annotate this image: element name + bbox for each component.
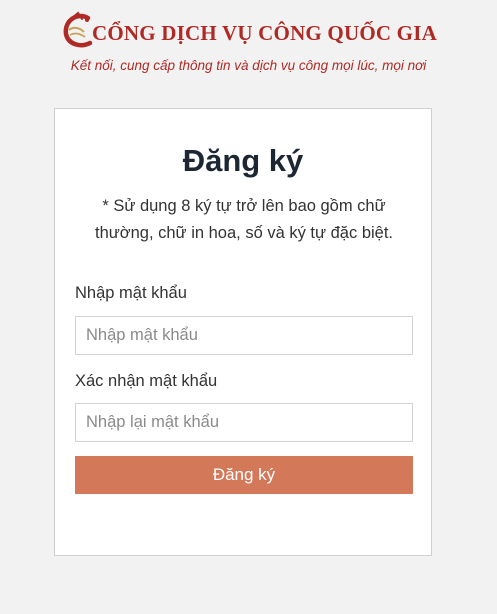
form-title: Đăng ký [182, 143, 304, 178]
password-label: Nhập mật khẩu [75, 284, 187, 302]
password-requirements-hint: * Sử dụng 8 ký tự trở lên bao gồm chữ th… [94, 197, 394, 242]
register-submit-button[interactable]: Đăng ký [75, 456, 413, 494]
password-input[interactable] [75, 316, 413, 355]
register-form-card: Đăng ký * Sử dụng 8 ký tự trở lên bao gồ… [54, 108, 432, 556]
portal-tagline: Kết nối, cung cấp thông tin và dịch vụ c… [70, 58, 427, 73]
confirm-password-input[interactable] [75, 403, 413, 442]
portal-logo-icon [63, 11, 93, 48]
portal-title: CỔNG DỊCH VỤ CÔNG QUỐC GIA [92, 21, 437, 45]
portal-header: CỔNG DỊCH VỤ CÔNG QUỐC GIA Kết nối, cung… [0, 4, 497, 73]
registration-page: CỔNG DỊCH VỤ CÔNG QUỐC GIA Kết nối, cung… [0, 0, 497, 614]
confirm-password-label: Xác nhận mật khẩu [75, 372, 218, 390]
brand-row: CỔNG DỊCH VỤ CÔNG QUỐC GIA [0, 4, 497, 48]
